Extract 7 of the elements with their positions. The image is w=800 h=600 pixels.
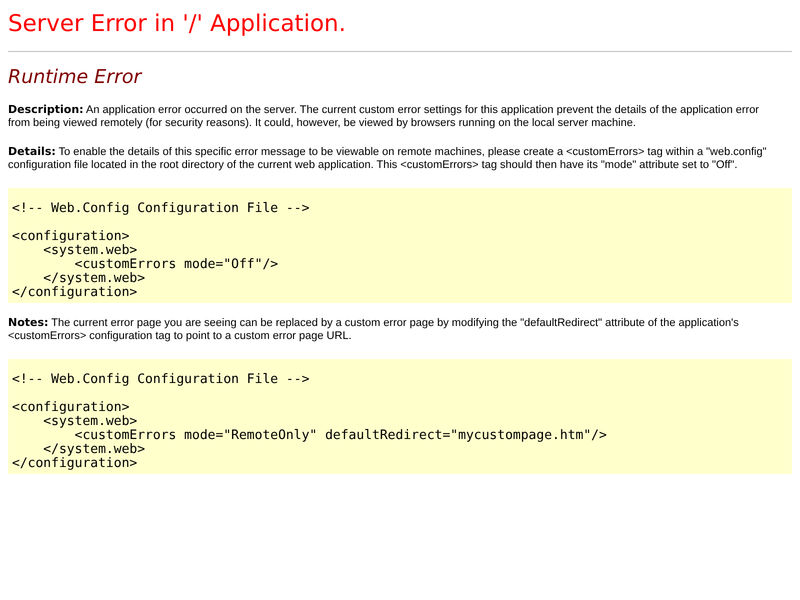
- code-block: <!-- Web.Config Configuration File --> <configuration> <system.web> <customErrors mode="Off"/> </system.web> </configuration>: [8, 188, 792, 304]
- paragraph: Description: An application error occurred on the server. The current custom error settings for this application prevent the details of the application error from being viewed remotely (for security reasons). It could, however, be viewed by browsers running on the local server machine.: [8, 104, 760, 130]
- code-block: <!-- Web.Config Configuration File --> <configuration> <system.web> <customErrors mode="RemoteOnly" defaultRedirect="mycustompage.htm"/> </system.web> </configuration>: [8, 359, 792, 474]
- paragraph: Notes: The current error page you are seeing can be replaced by a custom error page by modifying the "defaultRedirect" attribute of the application's <customErrors> configuration tag to point to a custom error page URL.: [8, 317, 740, 344]
- paragraph: Details: To enable the details of this specific error message to be viewable on remote machines, please create a <customErrors> tag within a "web.config" configuration file located in the root directory of the current web application. This <customErrors> tag should then have its "mode" attribute set to "Off".: [8, 146, 768, 172]
- error-heading: Runtime Error: [8, 66, 144, 88]
- page-title: Server Error in '/' Application.: [8, 11, 347, 39]
